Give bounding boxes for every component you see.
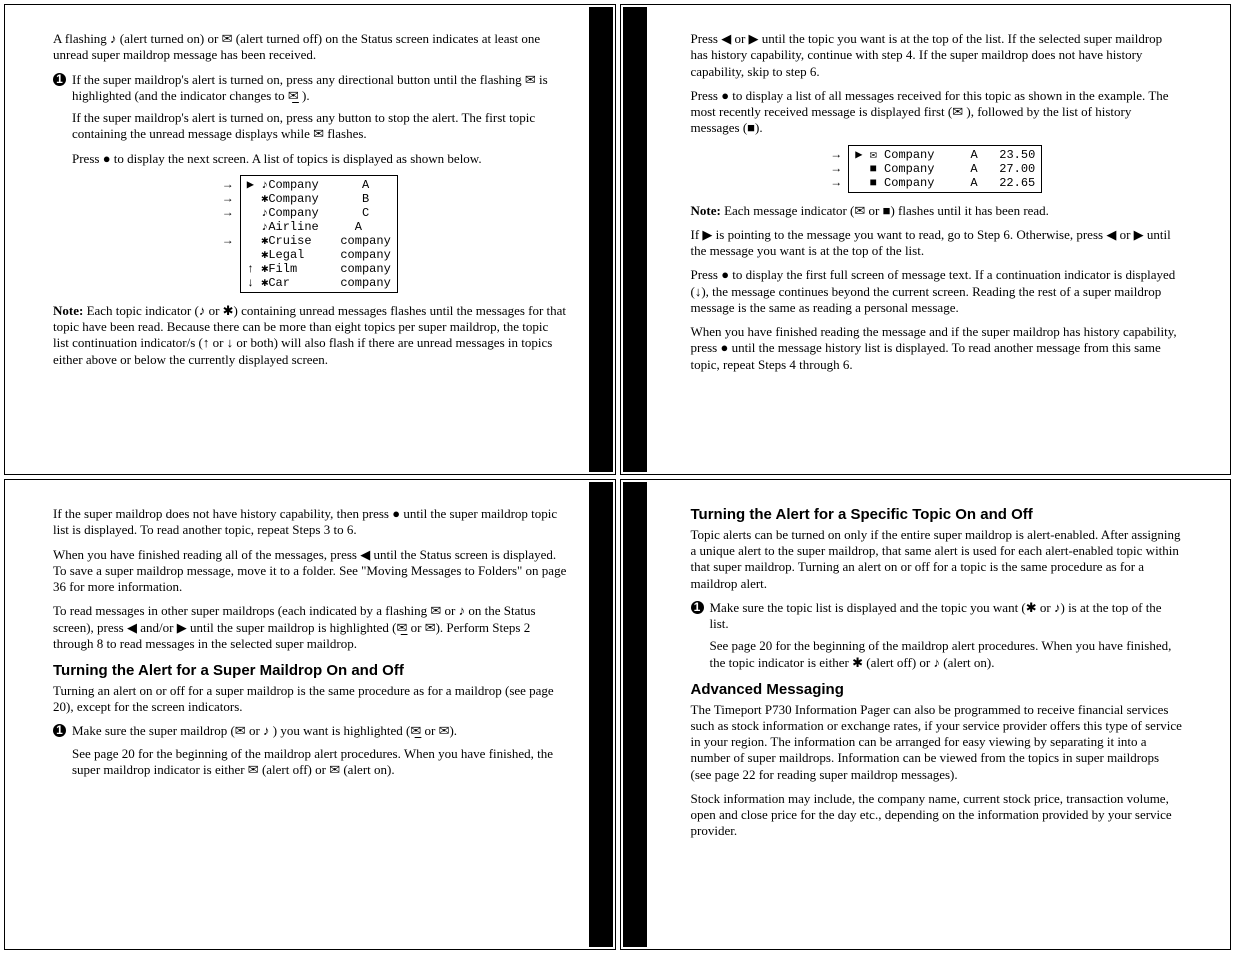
- pager-lcd: ▶ ✉ Company A 23.50 ■ Company A 27.00 ■ …: [848, 145, 1042, 193]
- paragraph: See page 20 for the beginning of the mai…: [710, 638, 1183, 671]
- pager-lcd: ▶ ♪Company A ✱Company B ♪Company C ♪Airl…: [240, 175, 398, 293]
- step-number-icon: 1: [53, 73, 66, 86]
- history-list-screen: → → → ▶ ✉ Company A 23.50 ■ Company A 27…: [691, 145, 1183, 193]
- paragraph: When you have finished reading all of th…: [53, 547, 567, 596]
- paragraph: See page 20 for the beginning of the mai…: [72, 746, 567, 779]
- binding-strip: [589, 482, 613, 947]
- paragraph: Press ● to display a list of all message…: [691, 88, 1183, 137]
- binding-strip: [589, 7, 613, 472]
- section-heading: Turning the Alert for a Super Maildrop O…: [53, 662, 567, 681]
- paragraph: If ▶ is pointing to the message you want…: [691, 227, 1183, 260]
- note: Note: Each topic indicator (♪ or ✱) cont…: [53, 303, 567, 368]
- paragraph: If the super maildrop's alert is turned …: [72, 110, 567, 143]
- step-1: 1 If the super maildrop's alert is turne…: [53, 72, 567, 105]
- page-top-left: A flashing ♪ (alert turned on) or ✉ (ale…: [4, 4, 616, 475]
- binding-strip: [623, 7, 647, 472]
- paragraph: A flashing ♪ (alert turned on) or ✉ (ale…: [53, 31, 567, 64]
- pointer-arrows: → → →: [830, 145, 842, 193]
- paragraph: If the super maildrop does not have hist…: [53, 506, 567, 539]
- section-heading: Turning the Alert for a Specific Topic O…: [691, 506, 1183, 525]
- step-number-icon: 1: [53, 724, 66, 737]
- step-1: 1 Make sure the super maildrop (✉ or ♪ )…: [53, 723, 567, 739]
- paragraph: Turning an alert on or off for a super m…: [53, 683, 567, 716]
- paragraph: Topic alerts can be turned on only if th…: [691, 527, 1183, 592]
- page-top-right: Press ◀ or ▶ until the topic you want is…: [620, 4, 1232, 475]
- step-text: If the super maildrop's alert is turned …: [72, 72, 567, 105]
- page-bottom-right: Turning the Alert for a Specific Topic O…: [620, 479, 1232, 950]
- topic-list-screen: → → → → ▶ ♪Company A ✱Company B ♪Company…: [53, 175, 567, 293]
- step-1: 1 Make sure the topic list is displayed …: [691, 600, 1183, 633]
- paragraph: The Timeport P730 Information Pager can …: [691, 702, 1183, 783]
- paragraph: Press ● to display the first full screen…: [691, 267, 1183, 316]
- section-heading: Advanced Messaging: [691, 681, 1183, 700]
- manual-spread: A flashing ♪ (alert turned on) or ✉ (ale…: [4, 4, 1231, 950]
- step-text: Make sure the topic list is displayed an…: [710, 600, 1183, 633]
- paragraph: Press ◀ or ▶ until the topic you want is…: [691, 31, 1183, 80]
- step-number-icon: 1: [691, 601, 704, 614]
- binding-strip: [623, 482, 647, 947]
- paragraph: Press ● to display the next screen. A li…: [72, 151, 567, 167]
- paragraph: To read messages in other super maildrop…: [53, 603, 567, 652]
- page-bottom-left: If the super maildrop does not have hist…: [4, 479, 616, 950]
- note: Note: Each message indicator (✉ or ■) fl…: [691, 203, 1183, 219]
- pointer-arrows: → → → →: [222, 175, 234, 293]
- step-text: Make sure the super maildrop (✉ or ♪ ) y…: [72, 723, 567, 739]
- paragraph: When you have finished reading the messa…: [691, 324, 1183, 373]
- paragraph: Stock information may include, the compa…: [691, 791, 1183, 840]
